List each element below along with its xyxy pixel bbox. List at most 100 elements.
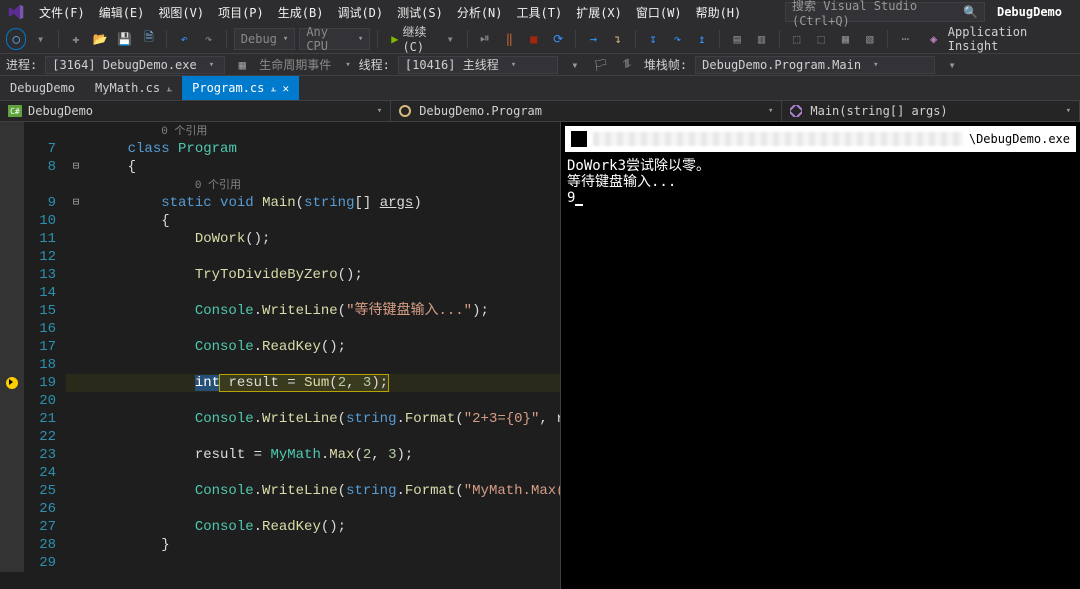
breakpoint-gutter[interactable] [0,230,24,248]
code-text[interactable]: TryToDivideByZero(); [90,266,363,284]
pin-icon[interactable]: ⫠ [270,83,276,94]
code-text[interactable]: } [90,536,170,554]
breakpoint-gutter[interactable] [0,536,24,554]
step-out-button[interactable]: ↥ [692,28,712,50]
code-text[interactable]: Console.WriteLine("等待键盘输入..."); [90,302,489,320]
tab-program[interactable]: Program.cs⫠✕ [182,76,299,100]
code-text[interactable] [90,248,128,266]
code-text[interactable]: { [90,158,136,176]
show-next-button[interactable]: ↴ [608,28,628,50]
tool-2-button[interactable]: ▥ [751,28,771,50]
code-text[interactable]: 0 个引用 [90,176,241,195]
menu-edit[interactable]: 编辑(E) [92,1,152,24]
code-text[interactable] [90,284,128,302]
console-titlebar[interactable]: \DebugDemo.exe [565,126,1076,152]
code-text[interactable]: Console.ReadKey(); [90,338,346,356]
nav-fwd-button[interactable]: ▾ [30,28,50,50]
nav-member-combo[interactable]: Main(string[] args)▾ [782,101,1080,121]
stackframe-combo[interactable]: DebugDemo.Program.Main▾ [695,56,935,74]
breakpoint-gutter[interactable] [0,392,24,410]
lifecycle-icon[interactable]: ▦ [233,56,251,74]
step-over-button[interactable]: ↷ [667,28,687,50]
continue-button[interactable]: ▶继续(C)▾ [385,23,460,54]
menu-view[interactable]: 视图(V) [151,1,211,24]
platform-combo[interactable]: Any CPU▾ [299,28,370,50]
code-text[interactable]: Console.ReadKey(); [90,518,346,536]
code-text[interactable] [90,392,128,410]
code-text[interactable]: class Program [90,140,237,158]
thread-icon[interactable]: ⥮ [618,56,636,74]
code-text[interactable]: DoWork(); [90,230,270,248]
flag-icon[interactable]: 🏳 [592,56,610,74]
breakpoint-gutter[interactable] [0,374,24,392]
breakpoint-gutter[interactable] [0,518,24,536]
close-icon[interactable]: ✕ [282,82,289,95]
tool-5-button[interactable]: ▦ [835,28,855,50]
code-text[interactable] [90,554,128,572]
code-text[interactable] [90,428,128,446]
menu-test[interactable]: 测试(S) [390,1,450,24]
breakpoint-gutter[interactable] [0,158,24,176]
breakpoint-gutter[interactable] [0,122,24,140]
save-button[interactable]: 💾 [114,28,134,50]
code-text[interactable]: result = MyMath.Max(2, 3); [90,446,413,464]
breakpoint-gutter[interactable] [0,338,24,356]
new-project-button[interactable]: ✚ [66,28,86,50]
restart-button[interactable]: ⟳ [548,28,568,50]
code-text[interactable] [90,320,128,338]
app-insights-label[interactable]: Application Insight [948,25,1074,53]
breakpoint-gutter[interactable] [0,320,24,338]
menu-window[interactable]: 窗口(W) [629,1,689,24]
pause-button[interactable]: ‖ [499,28,519,50]
menu-project[interactable]: 项目(P) [211,1,271,24]
breakpoint-gutter[interactable] [0,482,24,500]
breakpoint-gutter[interactable] [0,194,24,212]
code-text[interactable]: 0 个引用 [90,122,207,141]
menu-help[interactable]: 帮助(H) [689,1,749,24]
menu-build[interactable]: 生成(B) [271,1,331,24]
stop-button[interactable]: ■ [524,28,544,50]
menu-tools[interactable]: 工具(T) [510,1,570,24]
code-text[interactable] [90,500,128,518]
thread-combo[interactable]: [10416] 主线程▾ [398,56,558,74]
nav-class-combo[interactable]: DebugDemo.Program▾ [391,101,782,121]
breakpoint-gutter[interactable] [0,212,24,230]
breakpoint-gutter[interactable] [0,140,24,158]
code-text[interactable]: Console.WriteLine(string.Format("2+3={0}… [90,410,607,428]
breakpoint-gutter[interactable] [0,302,24,320]
code-text[interactable]: { [90,212,170,230]
tool-3-button[interactable]: ⬚ [787,28,807,50]
fold-toggle[interactable]: ⊟ [66,194,86,212]
tool-4-button[interactable]: ⬚ [811,28,831,50]
breakpoint-gutter[interactable] [0,356,24,374]
config-combo[interactable]: Debug▾ [234,28,296,50]
breakpoint-gutter[interactable] [0,554,24,572]
menu-file[interactable]: 文件(F) [32,1,92,24]
break-all-button[interactable]: ⏯ [475,28,495,50]
tool-1-button[interactable]: ▤ [727,28,747,50]
breakpoint-gutter[interactable] [0,248,24,266]
breakpoint-gutter[interactable] [0,464,24,482]
breakpoint-gutter[interactable] [0,266,24,284]
fold-toggle[interactable]: ⊟ [66,158,86,176]
thread-filter-icon[interactable]: ▾ [566,56,584,74]
code-text[interactable]: Console.WriteLine(string.Format("MyMath.… [90,482,607,500]
breakpoint-gutter[interactable] [0,500,24,518]
menu-ext[interactable]: 扩展(X) [569,1,629,24]
breakpoint-gutter[interactable] [0,284,24,302]
tool-7-button[interactable]: ⋯ [895,28,915,50]
code-text[interactable]: int result = Sum(2, 3); [90,374,388,392]
pin-icon[interactable]: ⫠ [166,83,172,94]
search-input[interactable]: 搜索 Visual Studio (Ctrl+Q) 🔍 [785,2,985,22]
save-all-button[interactable]: 🗎 [139,28,159,50]
tab-debugdemo[interactable]: DebugDemo [0,76,85,100]
redo-button[interactable]: ↷ [198,28,218,50]
tab-mymath[interactable]: MyMath.cs⫠ [85,76,182,100]
code-text[interactable]: static void Main(string[] args) [90,194,422,212]
undo-button[interactable]: ↶ [174,28,194,50]
nav-back-button[interactable]: ◯ [6,28,26,50]
step-into-button[interactable]: ↧ [643,28,663,50]
step-next-button[interactable]: → [583,28,603,50]
breakpoint-gutter[interactable] [0,176,24,194]
menu-debug[interactable]: 调试(D) [330,1,390,24]
